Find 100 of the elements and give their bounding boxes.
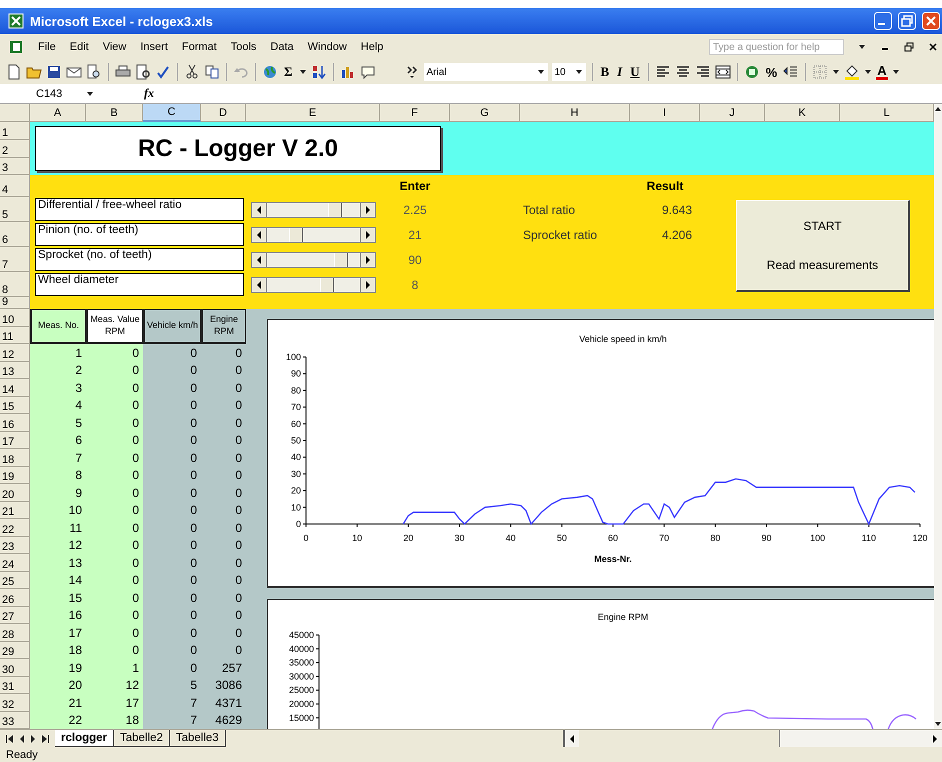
right-arrow-icon[interactable] — [365, 281, 371, 289]
next-sheet-icon[interactable] — [30, 734, 37, 742]
autosum-button[interactable]: Σ — [282, 64, 294, 80]
align-center-icon[interactable] — [674, 64, 691, 80]
align-left-icon[interactable] — [654, 64, 671, 80]
caret-icon[interactable] — [832, 68, 840, 76]
row-header[interactable]: 16 — [0, 414, 30, 432]
row-header[interactable]: 9 — [0, 297, 30, 309]
caret-icon[interactable] — [858, 43, 866, 51]
sheet-tab[interactable]: Tabelle2 — [114, 730, 170, 747]
new-document-icon[interactable] — [6, 64, 22, 80]
right-arrow-icon[interactable] — [365, 206, 371, 214]
row-header[interactable]: 2 — [0, 140, 30, 158]
left-arrow-icon[interactable] — [256, 231, 262, 239]
vertical-scrollbar[interactable] — [934, 104, 942, 729]
row-header[interactable]: 19 — [0, 466, 30, 484]
function-button[interactable]: fx — [144, 86, 154, 101]
menu-item[interactable]: File — [38, 41, 56, 53]
align-right-icon[interactable] — [694, 64, 711, 80]
restore-button[interactable] — [898, 12, 916, 30]
cut-icon[interactable] — [184, 64, 200, 80]
row-header[interactable]: 32 — [0, 694, 30, 712]
slider[interactable] — [251, 202, 376, 218]
sheet-tab[interactable]: rclogger — [55, 730, 114, 747]
caret-icon[interactable] — [892, 68, 900, 76]
right-arrow-icon[interactable] — [365, 231, 371, 239]
column-header[interactable]: C — [143, 104, 201, 122]
column-header[interactable]: A — [30, 104, 86, 122]
row-header[interactable]: 17 — [0, 432, 30, 449]
spellcheck-icon[interactable] — [155, 64, 171, 80]
slider[interactable] — [251, 277, 376, 293]
left-arrow-icon[interactable] — [256, 206, 262, 214]
globe-icon[interactable] — [262, 64, 278, 80]
menu-item[interactable]: Window — [308, 41, 347, 53]
column-header[interactable]: K — [765, 104, 840, 122]
percent-button[interactable]: % — [764, 64, 780, 80]
scroll-right-icon[interactable] — [932, 734, 938, 742]
italic-button[interactable]: I — [615, 64, 624, 80]
row-header[interactable]: 7 — [0, 247, 30, 272]
menu-item[interactable]: Edit — [70, 41, 89, 53]
bar-chart-icon[interactable] — [340, 64, 356, 80]
row-header[interactable]: 3 — [0, 158, 30, 175]
minimize-button[interactable] — [874, 12, 892, 30]
sort-icon[interactable] — [310, 64, 326, 80]
row-header[interactable]: 25 — [0, 572, 30, 589]
menu-item[interactable]: Format — [182, 41, 217, 53]
horizontal-scrollbar[interactable] — [563, 730, 942, 747]
row-header[interactable]: 1 — [0, 122, 30, 140]
row-header[interactable]: 29 — [0, 642, 30, 659]
start-button[interactable]: START Read measurements — [736, 200, 910, 292]
row-header[interactable]: 15 — [0, 396, 30, 414]
save-icon[interactable] — [46, 64, 62, 80]
row-header[interactable]: 31 — [0, 676, 30, 694]
close-button[interactable] — [922, 12, 940, 30]
row-header[interactable]: 30 — [0, 659, 30, 676]
left-arrow-icon[interactable] — [256, 256, 262, 264]
column-header[interactable]: L — [840, 104, 934, 122]
scroll-left-icon[interactable] — [569, 734, 575, 742]
close-icon[interactable] — [928, 42, 938, 52]
row-header[interactable]: 11 — [0, 327, 30, 344]
magnifier-document-icon[interactable] — [86, 64, 102, 80]
column-header[interactable]: B — [86, 104, 143, 122]
first-sheet-icon[interactable] — [6, 734, 13, 742]
print-preview-icon[interactable] — [135, 64, 151, 80]
column-header[interactable]: J — [700, 104, 765, 122]
row-header[interactable]: 33 — [0, 712, 30, 729]
font-size-field[interactable]: 10 — [552, 63, 586, 81]
fill-color-icon[interactable] — [844, 64, 860, 80]
row-header[interactable]: 24 — [0, 554, 30, 572]
row-header[interactable]: 28 — [0, 624, 30, 642]
underline-button[interactable]: U — [628, 64, 642, 80]
workbook-icon[interactable] — [8, 39, 24, 55]
row-header[interactable]: 14 — [0, 379, 30, 396]
right-arrow-icon[interactable] — [365, 256, 371, 264]
row-header[interactable]: 6 — [0, 222, 30, 247]
last-sheet-icon[interactable] — [42, 734, 49, 742]
slider-thumb[interactable] — [320, 278, 334, 292]
help-search-field[interactable]: Type a question for help — [709, 39, 844, 55]
menu-item[interactable]: Help — [360, 41, 384, 53]
slider-thumb[interactable] — [288, 228, 303, 242]
restore-icon[interactable] — [904, 42, 914, 52]
slider[interactable] — [251, 227, 376, 243]
bold-button[interactable]: B — [598, 64, 612, 80]
sheet-tab[interactable]: Tabelle3 — [170, 730, 226, 747]
column-header[interactable]: I — [630, 104, 700, 122]
caret-icon[interactable] — [86, 90, 94, 98]
speech-bubble-icon[interactable] — [360, 64, 376, 80]
row-header[interactable]: 10 — [0, 309, 30, 327]
row-header[interactable]: 20 — [0, 484, 30, 502]
caret-icon[interactable] — [574, 68, 582, 76]
row-header[interactable]: 4 — [0, 175, 30, 197]
menu-item[interactable]: Tools — [230, 41, 256, 53]
row-header[interactable]: 22 — [0, 519, 30, 536]
row-header[interactable]: 26 — [0, 589, 30, 606]
row-header[interactable]: 23 — [0, 536, 30, 554]
column-header[interactable]: F — [380, 104, 450, 122]
column-header[interactable]: H — [520, 104, 630, 122]
column-header[interactable]: E — [246, 104, 380, 122]
slider-thumb[interactable] — [334, 253, 348, 267]
column-header[interactable]: G — [450, 104, 520, 122]
